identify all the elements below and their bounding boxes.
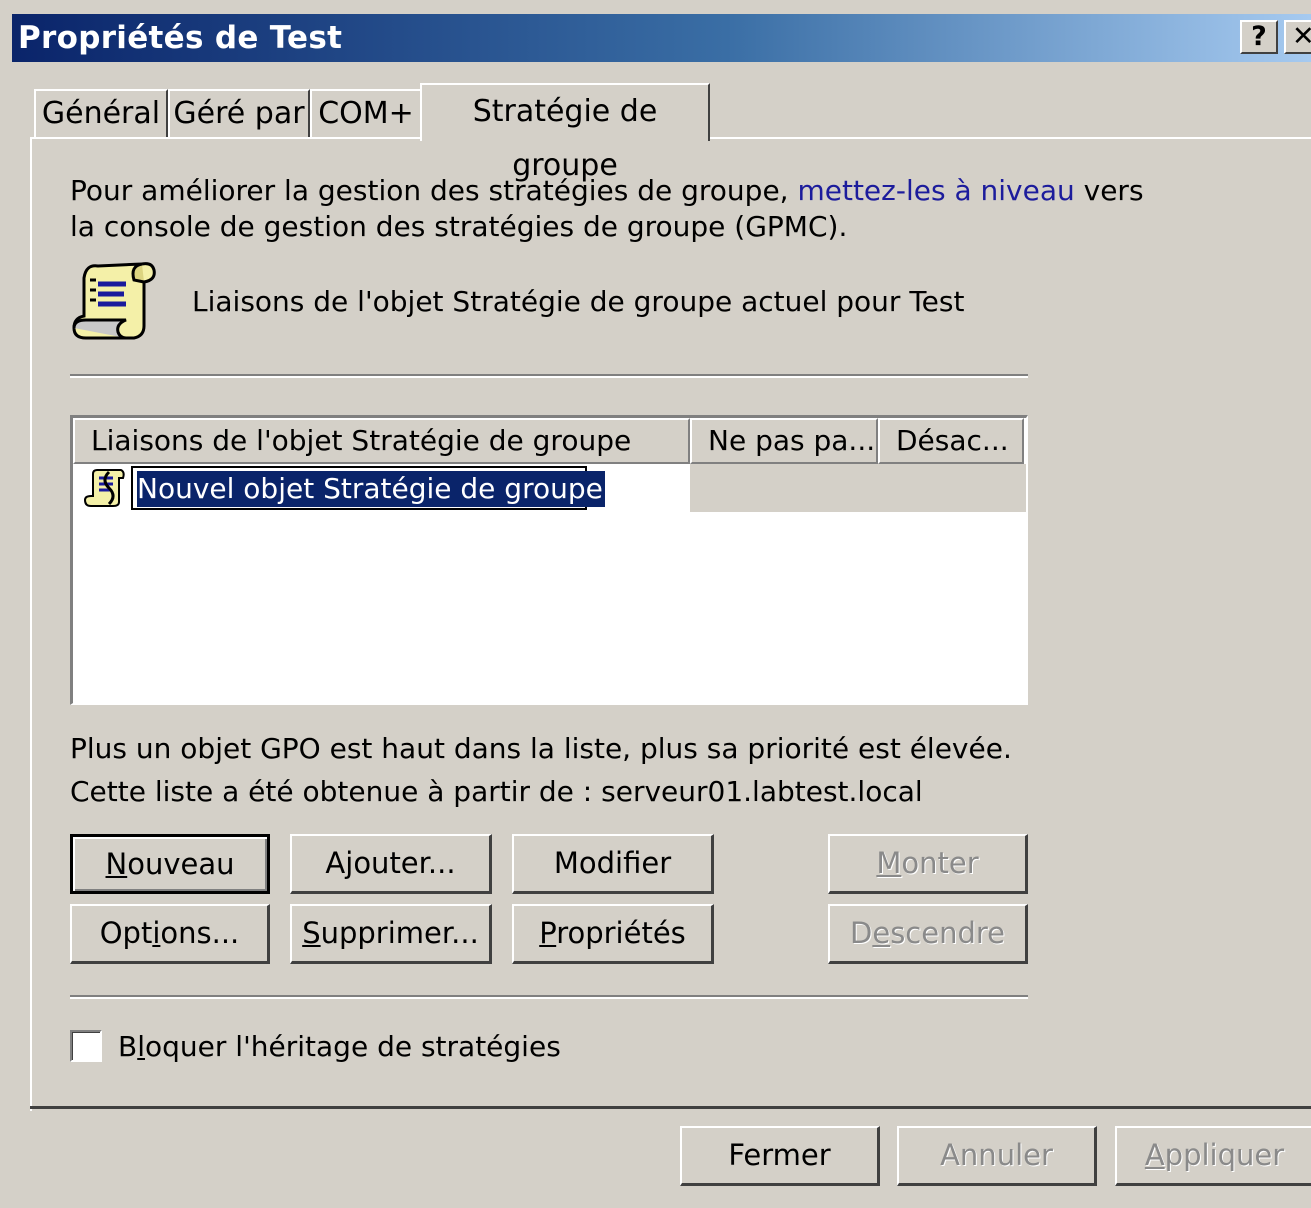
move-down-button[interactable]: Descendre bbox=[828, 904, 1028, 964]
block-inheritance-label[interactable]: Bloquer l'héritage de stratégies bbox=[118, 1030, 561, 1063]
apply-button[interactable]: Appliquer bbox=[1115, 1126, 1311, 1186]
new-button[interactable]: Nouveau bbox=[70, 834, 270, 894]
cancel-button[interactable]: Annuler bbox=[897, 1126, 1097, 1186]
delete-button[interactable]: Supprimer... bbox=[290, 904, 492, 964]
separator-bottom bbox=[70, 995, 1028, 999]
gpo-rename-box[interactable]: Nouvel objet Stratégie de groupe bbox=[131, 466, 605, 510]
column-header-gpo-links[interactable]: Liaisons de l'objet Stratégie de groupe bbox=[73, 418, 690, 464]
gpo-name-input[interactable]: Nouvel objet Stratégie de groupe bbox=[137, 471, 605, 507]
close-button[interactable]: Fermer bbox=[680, 1126, 880, 1186]
upgrade-link[interactable]: mettez-les à niveau bbox=[797, 174, 1074, 207]
properties-button[interactable]: Propriétés bbox=[512, 904, 714, 964]
intro-text-after: vers bbox=[1074, 174, 1144, 207]
tab-managed-by[interactable]: Géré par bbox=[168, 89, 310, 137]
table-row-columns-bg bbox=[690, 464, 1026, 512]
tab-general[interactable]: Général bbox=[34, 89, 168, 137]
tab-com-plus[interactable]: COM+ bbox=[310, 89, 422, 137]
footer-separator bbox=[30, 1106, 1311, 1109]
options-button[interactable]: Options... bbox=[70, 904, 270, 964]
intro-text-line2: la console de gestion des stratégies de … bbox=[70, 210, 848, 243]
source-note: Cette liste a été obtenue à partir de : … bbox=[70, 775, 923, 808]
column-header-no-override[interactable]: Ne pas pa... bbox=[690, 418, 878, 464]
intro-text-before: Pour améliorer la gestion des stratégies… bbox=[70, 174, 798, 207]
column-header-disabled[interactable]: Désac... bbox=[878, 418, 1024, 464]
priority-note: Plus un objet GPO est haut dans la liste… bbox=[70, 732, 1012, 765]
window-title: Propriétés de Test bbox=[18, 20, 343, 56]
edit-button[interactable]: Modifier bbox=[512, 834, 714, 894]
separator-top bbox=[70, 374, 1028, 378]
gpo-item-icon bbox=[83, 466, 127, 510]
links-header-label: Liaisons de l'objet Stratégie de groupe … bbox=[192, 285, 965, 318]
move-up-button[interactable]: Monter bbox=[828, 834, 1028, 894]
tab-group-policy[interactable]: Stratégie de groupe bbox=[420, 83, 710, 183]
add-button[interactable]: Ajouter... bbox=[290, 834, 492, 894]
gpo-links-listview[interactable]: Liaisons de l'objet Stratégie de groupe … bbox=[70, 415, 1028, 705]
group-policy-scroll-icon bbox=[68, 258, 160, 344]
block-inheritance-checkbox[interactable] bbox=[70, 1030, 102, 1062]
help-button[interactable]: ? bbox=[1240, 20, 1278, 54]
close-window-button[interactable]: ✕ bbox=[1284, 20, 1311, 54]
